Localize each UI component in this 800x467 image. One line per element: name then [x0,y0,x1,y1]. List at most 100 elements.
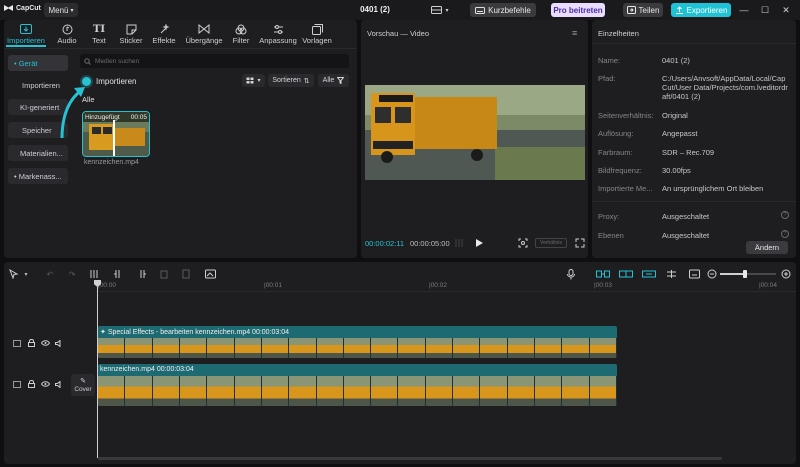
main-filmstrip [98,376,617,406]
minimize-icon[interactable]: — [738,4,750,16]
fullscreen-icon[interactable] [575,238,585,248]
play-icon[interactable] [474,238,484,248]
tab-templates[interactable]: Vorlagen [298,23,336,47]
ratio-button[interactable]: Verhältnis [535,238,567,248]
lock-icon[interactable] [26,338,36,348]
ruler-tick-3: |00:03 [594,282,612,289]
export-button[interactable]: Exportieren [671,3,731,17]
tab-transitions[interactable]: Übergänge [183,23,225,47]
sidebar-item-label: KI-generiert [20,102,60,112]
fit-screen-icon[interactable] [518,238,528,248]
playhead[interactable] [97,280,98,458]
main-video-clip[interactable]: kennzeichen.mp4 00:00:03:04 [98,364,617,406]
preview-video-frame[interactable] [365,85,585,180]
detail-key-proxy: Proxy: [598,212,620,221]
search-input[interactable]: Medien suchen [80,54,349,68]
chevron-down-icon[interactable]: ▾ [20,268,32,280]
split-view-icon[interactable] [665,268,677,280]
image-insert-icon[interactable] [204,268,216,280]
link-clips-icon[interactable] [596,268,610,280]
magnet-icon[interactable] [619,268,633,280]
main-clip-label: kennzeichen.mp4 00:00:03:04 [100,366,194,373]
title-bar: CapCut Menü ▾ 0401 (2) ▾ Kurzbefehle Pro… [0,0,800,20]
import-button[interactable]: Importieren [82,74,142,88]
maximize-icon[interactable]: ☐ [759,4,771,16]
layout-button[interactable]: ▾ [430,3,450,17]
filmstrip-frame [289,338,317,358]
redo-icon[interactable]: ↷ [66,268,78,280]
view-toggle-button[interactable]: ▾ [242,74,265,87]
media-clip-thumbnail[interactable]: Hinzugefügt 00:05 [82,111,150,157]
detail-value-name: 0401 (2) [662,56,690,65]
filmstrip-frame [535,338,563,358]
shortcuts-button[interactable]: Kurzbefehle [470,3,536,17]
delete-icon[interactable] [158,268,170,280]
tab-adjust[interactable]: Anpassung [258,23,298,47]
main-track-controls [12,379,64,389]
share-button[interactable]: Teilen [623,3,663,17]
eye-icon[interactable] [40,379,50,389]
frame-grid-icon[interactable] [455,238,465,248]
eye-icon[interactable] [40,338,50,348]
tab-text-label: Text [92,36,106,45]
ratio-label: Verhältnis [540,240,562,246]
detail-key-layers: Ebenen [598,231,624,240]
select-cursor-icon[interactable] [8,268,20,280]
lock-icon[interactable] [26,379,36,389]
adjust-icon [273,23,284,35]
zoom-slider[interactable] [720,270,776,278]
filter-button[interactable]: Alle [318,74,349,87]
tab-import[interactable]: Importieren [5,23,47,47]
ruler-tick-4: |00:04 [759,282,777,289]
preview-axis-icon[interactable] [642,268,656,280]
tab-effects[interactable]: Effekte [145,23,183,47]
filmstrip-frame [589,338,617,358]
app-name: CapCut [16,4,41,12]
menu-button[interactable]: Menü ▾ [44,3,78,17]
detail-value-framerate: 30.00fps [662,166,691,175]
split-right-icon[interactable] [136,268,148,280]
filter-funnel-icon [337,77,345,84]
divider [4,48,357,49]
timeline-scrollbar[interactable] [98,457,722,460]
split-icon[interactable] [88,268,100,280]
undo-icon[interactable]: ↶ [44,268,56,280]
info-icon[interactable]: ? [781,211,789,219]
clip-filename: kennzeichen.mp4 [84,159,139,166]
speaker-icon[interactable] [54,338,64,348]
ruler-tick-2: |00:02 [429,282,447,289]
detail-key-name: Name: [598,56,621,65]
filmstrip-frame [207,376,235,406]
chevron-down-icon: ▾ [70,7,74,14]
caption-icon[interactable] [688,268,700,280]
zoom-slider-fill [720,273,746,275]
tab-filter[interactable]: Filter [222,23,260,47]
info-icon[interactable]: ? [781,230,789,238]
hamburger-icon[interactable]: ≡ [572,28,577,38]
pro-button[interactable]: Pro beitreten [551,3,605,17]
capcut-logo-icon [4,5,13,11]
zoom-in-icon[interactable] [780,268,792,280]
effects-icon [159,23,170,35]
tab-sticker-label: Sticker [119,36,143,45]
current-time: 00:00:02:11 [365,239,405,248]
filmstrip-frame [425,338,454,358]
sort-button[interactable]: Sortieren ⇅ [268,74,314,87]
zoom-slider-knob[interactable] [743,270,748,278]
sidebar-item-materials[interactable]: Materialien... [8,145,68,161]
sidebar-item-device[interactable]: • Gerät [8,55,68,71]
freeze-icon[interactable] [180,268,192,280]
microphone-icon[interactable] [565,268,577,280]
filmstrip-frame [125,338,153,358]
zoom-out-icon[interactable] [706,268,718,280]
sidebar-item-brand-assets[interactable]: • Markenass... [8,168,68,184]
filmstrip-frame [98,376,126,406]
sidebar-item-label: Importieren [22,80,60,90]
effects-clip[interactable]: ✦ Special Effects - bearbeiten kennzeich… [98,326,617,358]
change-button[interactable]: Ändern [746,241,788,254]
cover-button[interactable]: ✎ Cover [71,374,95,396]
filmstrip-frame [562,376,590,406]
split-left-icon[interactable] [112,268,124,280]
speaker-icon[interactable] [54,379,64,389]
close-icon[interactable]: ✕ [780,4,792,16]
